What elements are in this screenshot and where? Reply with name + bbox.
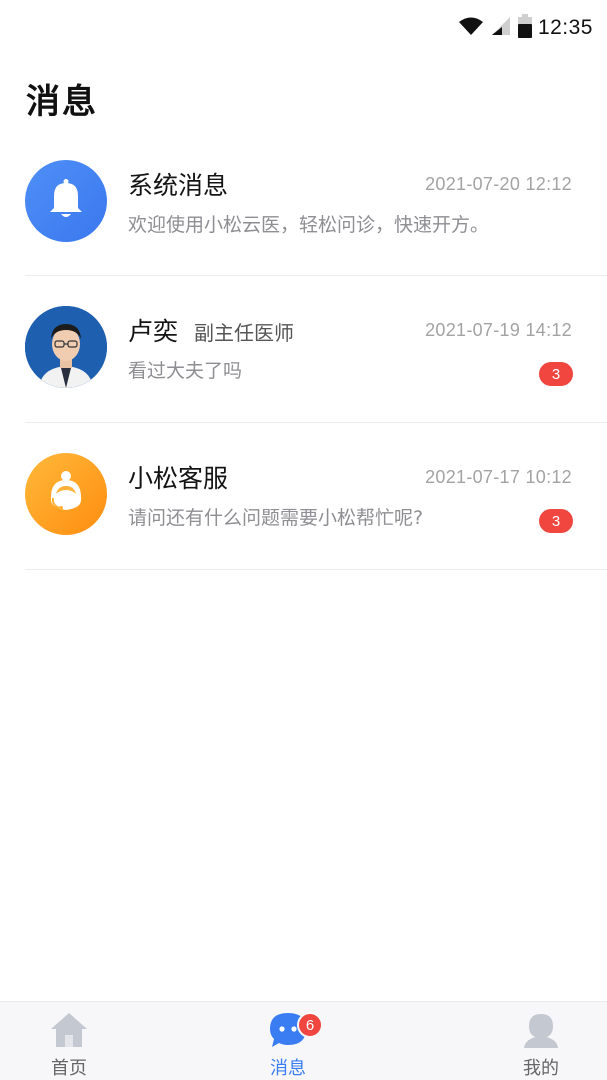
message-time: 2021-07-17 10:12 [425,467,572,487]
unread-badge: 3 [539,509,573,533]
message-preview: 看过大夫了吗 [128,360,243,382]
message-time: 2021-07-19 14:12 [425,320,572,340]
wifi-icon [458,16,484,40]
tab-label: 首页 [51,1058,87,1079]
battery-icon [517,14,532,42]
profile-icon [523,1012,559,1052]
tab-messages[interactable]: 6 消息 [243,1008,333,1079]
tab-home[interactable]: 首页 [24,1008,114,1079]
message-name: 系统消息 [128,171,229,200]
tab-label: 消息 [270,1058,306,1079]
doctor-title: 副主任医师 [194,321,295,345]
bottom-tab-bar: 首页 6 消息 我的 [0,1001,607,1080]
status-bar: 12:35 [0,0,607,56]
unread-badge: 3 [539,362,573,386]
customer-service-avatar [25,453,107,535]
customer-service-icon [42,468,90,520]
status-time: 12:35 [537,16,593,39]
message-item-doctor[interactable]: 卢奕 副主任医师 2021-07-19 14:12 看过大夫了吗 3 [25,276,607,423]
message-item-customer-service[interactable]: 小松客服 2021-07-17 10:12 请问还有什么问题需要小松帮忙呢? 3 [25,423,607,570]
message-preview: 请问还有什么问题需要小松帮忙呢? [128,507,424,529]
status-icons: 12:35 [458,14,593,42]
home-icon [50,1012,88,1052]
tab-label: 我的 [523,1058,559,1079]
message-name: 卢奕 [128,317,179,346]
message-list: 系统消息 2021-07-20 12:12 欢迎使用小松云医，轻松问诊，快速开方… [0,130,607,570]
message-name-row: 卢奕 副主任医师 [128,312,294,348]
message-item-system[interactable]: 系统消息 2021-07-20 12:12 欢迎使用小松云医，轻松问诊，快速开方… [25,130,607,276]
bell-icon [46,178,86,224]
doctor-avatar [25,306,107,388]
system-message-avatar [25,160,107,242]
message-preview: 欢迎使用小松云医，轻松问诊，快速开方。 [128,214,490,236]
signal-icon [490,16,512,40]
message-name-row: 小松客服 [128,459,228,495]
message-name: 小松客服 [128,464,229,493]
tab-unread-badge: 6 [297,1012,323,1038]
message-name-row: 系统消息 [128,166,228,202]
tab-profile[interactable]: 我的 [496,1008,586,1079]
message-time: 2021-07-20 12:12 [425,174,572,194]
page-title: 消息 [26,82,98,122]
